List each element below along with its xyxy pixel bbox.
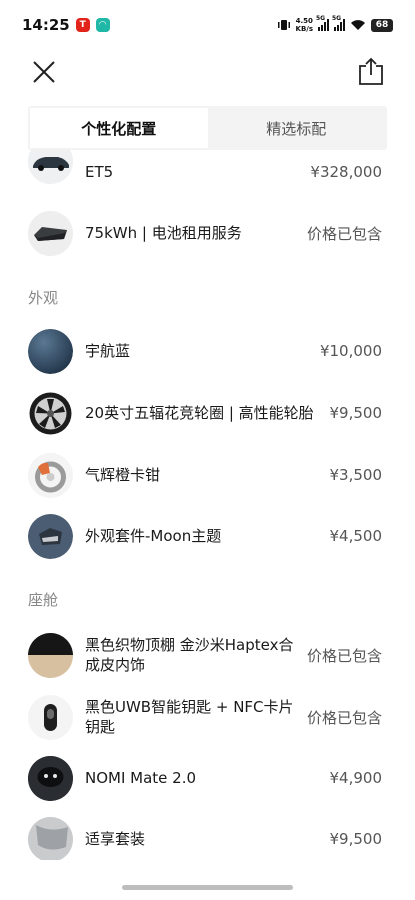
home-indicator[interactable]: [122, 885, 293, 890]
smart-key-thumbnail-icon: [28, 694, 73, 740]
paint-swatch-blue-icon: [28, 328, 73, 374]
brake-caliper-thumbnail-icon: [28, 452, 73, 498]
item-name: 气辉橙卡钳: [85, 466, 161, 484]
top-bar: [0, 50, 415, 96]
item-name: 外观套件-Moon主题: [85, 527, 222, 545]
signal-label-2: 5G: [332, 15, 342, 22]
list-item[interactable]: 黑色UWB智能钥匙 + NFC卡片钥匙 价格已包含: [0, 694, 415, 740]
item-price: ¥9,500: [329, 404, 383, 422]
close-icon[interactable]: [30, 58, 58, 86]
battery-icon: 68: [371, 18, 393, 32]
item-price: ¥328,000: [310, 163, 382, 181]
list-item[interactable]: 外观套件-Moon主题 ¥4,500: [0, 513, 415, 559]
comfort-package-thumbnail-icon: [28, 816, 73, 860]
exterior-kit-thumbnail-icon: [28, 513, 73, 559]
battery-pack-thumbnail-icon: [28, 210, 73, 256]
wheel-rim-thumbnail-icon: [28, 390, 73, 436]
signal-label-1: 5G: [316, 15, 326, 22]
list-item[interactable]: 气辉橙卡钳 ¥3,500: [0, 452, 415, 498]
item-price: ¥10,000: [319, 342, 382, 360]
item-name: NOMI Mate 2.0: [85, 769, 197, 787]
item-name: 宇航蓝: [85, 342, 131, 360]
item-name: 黑色织物顶棚 金沙米Haptex合成皮内饰: [85, 636, 294, 674]
signal-icon-2: 5G: [332, 15, 345, 31]
tesla-app-icon: T: [75, 18, 90, 32]
interior-swatch-thumbnail-icon: [28, 632, 73, 678]
item-price: 价格已包含: [306, 224, 382, 243]
list-item[interactable]: ET5 ¥328,000: [0, 150, 415, 194]
item-price: 价格已包含: [306, 708, 382, 727]
item-price: ¥3,500: [329, 466, 383, 484]
network-speed-unit: KB/s: [295, 25, 313, 33]
app-notification-icon: ◠: [95, 18, 110, 32]
signal-icon-1: 5G: [316, 15, 329, 31]
network-speed: 4.50 KB/s: [296, 17, 313, 33]
item-name: 75kWh | 电池租用服务: [85, 224, 242, 242]
config-list[interactable]: ET5 ¥328,000 75kWh | 电池租用服务 价格已包含 外观 宇航蓝…: [0, 150, 415, 860]
tab-standard-features[interactable]: 精选标配: [208, 108, 386, 148]
config-tabs: 个性化配置 精选标配: [28, 106, 387, 150]
item-price: ¥9,500: [329, 830, 383, 848]
car-thumbnail-icon: [28, 150, 73, 184]
list-item[interactable]: 黑色织物顶棚 金沙米Haptex合成皮内饰 价格已包含: [0, 632, 415, 678]
network-speed-value: 4.50: [295, 17, 313, 25]
list-item[interactable]: 宇航蓝 ¥10,000: [0, 328, 415, 374]
section-title-cabin: 座舱: [28, 591, 59, 609]
tab-personalized-config[interactable]: 个性化配置: [30, 108, 208, 148]
nomi-mate-thumbnail-icon: [28, 755, 73, 801]
list-item[interactable]: 20英寸五辐花竞轮圈 | 高性能轮胎 ¥9,500: [0, 390, 415, 436]
status-time: 14:25: [22, 16, 70, 34]
item-name: 适享套装: [85, 830, 146, 848]
section-title-exterior: 外观: [28, 289, 59, 307]
item-name: ET5: [85, 163, 114, 181]
share-icon[interactable]: [357, 56, 385, 86]
item-price: ¥4,900: [329, 769, 383, 787]
item-name: 黑色UWB智能钥匙 + NFC卡片钥匙: [85, 698, 294, 736]
list-item[interactable]: 适享套装 ¥9,500: [0, 816, 415, 860]
wifi-icon: [351, 20, 365, 30]
item-name: 20英寸五辐花竞轮圈 | 高性能轮胎: [85, 404, 314, 422]
vibrate-icon: [277, 20, 290, 30]
list-item[interactable]: NOMI Mate 2.0 ¥4,900: [0, 755, 415, 801]
list-item[interactable]: 75kWh | 电池租用服务 价格已包含: [0, 210, 415, 256]
item-price: 价格已包含: [306, 646, 382, 665]
status-bar: 14:25 T ◠ 4.50 KB/s 5G 5G 68: [0, 0, 415, 50]
item-price: ¥4,500: [329, 527, 383, 545]
